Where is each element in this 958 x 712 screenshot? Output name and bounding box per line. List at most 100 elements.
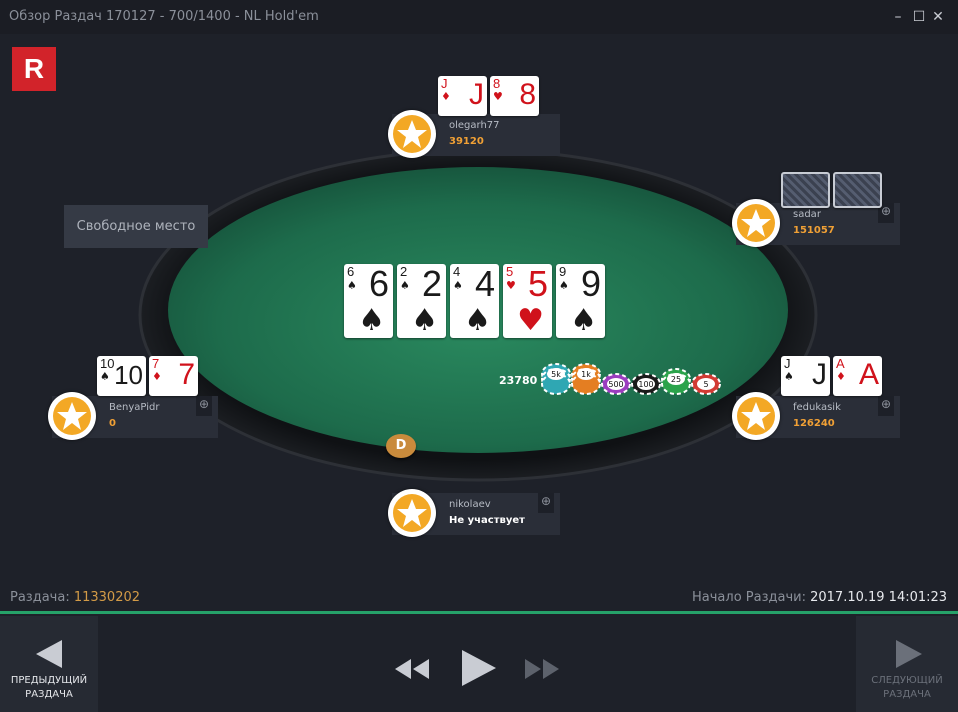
player-avatar xyxy=(388,110,436,158)
hand-start-info: Начало Раздачи: 2017.10.19 14:01:23 xyxy=(692,590,947,605)
card-suit-index: ♠ xyxy=(100,370,110,383)
card-rank: 6 xyxy=(368,264,389,304)
chip-label: 500 xyxy=(608,380,623,389)
seat-nikolaev[interactable]: nikolaev Не участвует ⊕ xyxy=(388,489,560,537)
playing-card: 6 ♠ 6 ♠ xyxy=(344,264,393,338)
player-name: fedukasik xyxy=(793,402,841,413)
playing-card: 4 ♠ 4 ♠ xyxy=(450,264,499,338)
next-hand-button[interactable]: СЛЕДУЮЩИЙ РАЗДАЧА xyxy=(856,616,958,712)
card-back xyxy=(781,172,830,208)
star-icon xyxy=(397,120,427,148)
playing-card: 2 ♠ 2 ♠ xyxy=(397,264,446,338)
fast-forward-icon[interactable] xyxy=(523,656,561,682)
free-seat-button[interactable]: Свободное место xyxy=(64,205,208,248)
chip-label: 1k xyxy=(581,370,591,379)
player-stack: 126240 xyxy=(793,418,835,429)
card-index: A xyxy=(836,356,845,371)
star-icon xyxy=(741,209,771,237)
card-rank: 2 xyxy=(421,264,442,304)
card-index: 2 xyxy=(400,264,408,279)
triangle-right-icon xyxy=(896,640,922,668)
star-icon xyxy=(397,499,427,527)
seat-benyapidr[interactable]: BenyaPidr 0 ⊕ xyxy=(48,392,218,440)
player-stack: 151057 xyxy=(793,225,835,236)
playing-card: 7 ♦ 7 xyxy=(149,356,198,396)
player-name: BenyaPidr xyxy=(109,402,160,413)
card-index: J xyxy=(441,76,448,91)
rewind-icon[interactable] xyxy=(393,656,431,682)
next-label-line2: РАЗДАЧА xyxy=(883,689,931,700)
start-time: 2017.10.19 14:01:23 xyxy=(810,590,948,605)
previous-hand-button[interactable]: ПРЕДЫДУЩИЙ РАЗДАЧА xyxy=(0,616,98,712)
card-index: 6 xyxy=(347,264,355,279)
card-index: 5 xyxy=(506,264,514,279)
card-suit-index: ♦ xyxy=(441,90,451,103)
card-suit-index: ♠ xyxy=(784,370,794,383)
player-avatar xyxy=(732,392,780,440)
player-avatar xyxy=(388,489,436,537)
player-name: nikolaev xyxy=(449,499,491,510)
card-suit-index: ♥ xyxy=(493,90,503,103)
chip-label: 25 xyxy=(671,375,681,384)
chip-label: 5k xyxy=(551,370,561,379)
card-pip: ♠ xyxy=(358,303,385,338)
playing-card: A ♦ A xyxy=(833,356,882,396)
card-rank: 8 xyxy=(519,78,536,111)
player-stack: 0 xyxy=(109,418,116,429)
start-label: Начало Раздачи: xyxy=(692,590,806,605)
star-icon xyxy=(741,402,771,430)
seat-sadar[interactable]: sadar 151057 ⊕ xyxy=(732,199,900,247)
player-status: Не участвует xyxy=(449,515,525,526)
player-avatar xyxy=(732,199,780,247)
card-rank: J xyxy=(812,358,827,391)
pot-amount: 23780 xyxy=(499,374,538,387)
prev-label-line2: РАЗДАЧА xyxy=(25,689,73,700)
playing-card: 8 ♥ 8 xyxy=(490,76,539,116)
card-pip: ♠ xyxy=(411,303,438,338)
card-index: 4 xyxy=(453,264,461,279)
card-suit-index: ♦ xyxy=(152,370,162,383)
card-suit-index: ♠ xyxy=(347,279,357,292)
play-icon[interactable] xyxy=(460,648,498,688)
playing-card: 9 ♠ 9 ♠ xyxy=(556,264,605,338)
card-rank: 9 xyxy=(580,264,601,304)
card-suit-index: ♥ xyxy=(506,279,516,292)
card-rank: 5 xyxy=(527,264,548,304)
player-name: sadar xyxy=(793,209,821,220)
player-avatar xyxy=(48,392,96,440)
pot-chips: 5k 1k 500 100 25 5 xyxy=(541,363,721,395)
chip-label: 5 xyxy=(703,380,708,389)
card-index: 7 xyxy=(152,356,160,371)
playing-card: J ♠ J xyxy=(781,356,830,396)
dealer-button: D xyxy=(386,434,416,458)
hand-number: 11330202 xyxy=(73,590,141,605)
next-label-line1: СЛЕДУЮЩИЙ xyxy=(871,675,943,686)
card-suit-index: ♠ xyxy=(559,279,569,292)
chip-label: 100 xyxy=(638,380,653,389)
player-name: olegarh77 xyxy=(449,120,500,131)
add-note-icon[interactable]: ⊕ xyxy=(196,396,212,416)
playing-card: J ♦ J xyxy=(438,76,487,116)
card-rank: 7 xyxy=(178,358,195,391)
card-suit-index: ♠ xyxy=(400,279,410,292)
card-index: J xyxy=(784,356,791,371)
triangle-left-icon xyxy=(36,640,62,668)
card-index: 10 xyxy=(100,356,115,371)
card-pip: ♠ xyxy=(464,303,491,338)
card-back xyxy=(833,172,882,208)
seat-fedukasik[interactable]: fedukasik 126240 ⊕ xyxy=(732,392,900,440)
add-note-icon[interactable]: ⊕ xyxy=(538,493,554,513)
card-rank: A xyxy=(858,358,879,391)
add-note-icon[interactable]: ⊕ xyxy=(878,396,894,416)
seat-olegarh77[interactable]: olegarh77 39120 xyxy=(388,110,560,158)
card-rank: 4 xyxy=(474,264,495,304)
card-rank: 10 xyxy=(114,360,143,390)
playing-card: 10 ♠ 10 xyxy=(97,356,146,396)
card-suit-index: ♠ xyxy=(453,279,463,292)
card-index: 9 xyxy=(559,264,567,279)
player-stack: 39120 xyxy=(449,136,484,147)
card-index: 8 xyxy=(493,76,501,91)
card-pip: ♠ xyxy=(570,303,597,338)
prev-label-line1: ПРЕДЫДУЩИЙ xyxy=(10,675,88,686)
card-pip: ♥ xyxy=(517,303,544,338)
